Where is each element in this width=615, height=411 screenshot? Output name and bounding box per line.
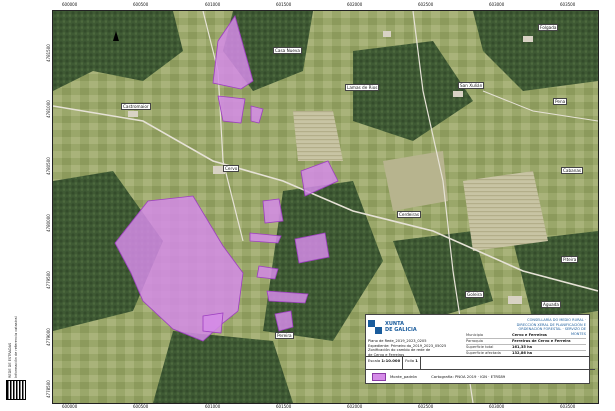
muni-value: Cervo e Ferreiros (512, 333, 547, 337)
parish-label: Parroquia (466, 339, 483, 343)
legend-item-label: Monte_padrón (390, 374, 418, 379)
coord-tick: 602000 (347, 404, 363, 409)
area-value: 161,35 ha (512, 345, 533, 349)
north-arrow-icon (113, 31, 119, 41)
plan-info: Plano de Rede_2019_2023_0205 Expediente:… (368, 339, 464, 357)
coord-tick: 600000 (62, 2, 78, 7)
place-label: Cerdeiras (397, 211, 422, 218)
parish-value: Ferreiros de Cervo e Ferreira (512, 339, 571, 343)
place-label: Castromaior (121, 103, 151, 110)
coord-tick: 4780000 (46, 214, 51, 232)
coord-tick: 4781000 (46, 100, 51, 118)
qr-code-icon (6, 380, 26, 400)
place-label: Aguada (541, 301, 561, 308)
coord-tick: 603500 (560, 404, 576, 409)
place-label: San Xulián (458, 82, 485, 89)
place-label: Casa Nueva (273, 47, 302, 54)
scale-label: Escala (368, 358, 381, 363)
coord-tick: 603000 (489, 2, 505, 7)
place-label: Piteira (561, 256, 579, 263)
coord-tick: 601500 (276, 2, 292, 7)
side-text-1: REDE DE ESTRADAS (8, 342, 12, 378)
coord-tick: 600500 (133, 404, 149, 409)
coord-tick: 4778500 (46, 380, 51, 398)
place-label: Pereira (275, 332, 294, 339)
sheet-label: Folla (405, 358, 415, 363)
coord-tick: 602000 (347, 2, 363, 7)
place-label: Cabanas (561, 167, 584, 174)
sheet-value: 1 (415, 358, 418, 363)
side-panel: REDE DE ESTRADAS Información de referenc… (0, 0, 52, 411)
legend-swatch (372, 372, 386, 381)
scale-row: Escala 1:10.000 Folla 1 (366, 356, 589, 369)
logo-line-2: DE GALICIA (385, 327, 417, 333)
place-label: Cervo (223, 165, 240, 172)
coord-tick: 600000 (62, 404, 78, 409)
coord-tick: 600500 (133, 2, 149, 7)
legend-box: XUNTA DE GALICIA CONSELLARÍA DO MEDIO RU… (365, 314, 595, 384)
place-label: Goleira (465, 291, 484, 298)
coord-tick: 602500 (418, 404, 434, 409)
coord-tick: 4779500 (46, 271, 51, 289)
muni-label: Municipio (466, 333, 484, 337)
scale-value: 1:10.000 (381, 358, 401, 363)
coord-tick: 601500 (276, 404, 292, 409)
legend-row: Monte_padrón Cartografía: PNOA 2019 · IG… (366, 369, 595, 383)
area-label: Superficie total (466, 345, 494, 349)
coord-tick: 4779000 (46, 328, 51, 346)
place-label: Pena (553, 98, 568, 105)
map-frame[interactable]: 600000 Casa Nueva Lamas de Rios Castroma… (52, 10, 599, 404)
side-text-2: Información de referencia catastral (14, 316, 18, 378)
coord-tick: 601000 (205, 2, 221, 7)
coord-tick: 601000 (205, 404, 221, 409)
ortho-note: Cartografía: PNOA 2019 · IGN · ETRS89 (431, 374, 506, 379)
municipality-info: Municipio Cervo e Ferreiros Parroquia Ferr… (466, 333, 586, 357)
xunta-logo: XUNTA DE GALICIA (368, 317, 438, 337)
coord-tick: 4781500 (46, 44, 51, 62)
coord-tick: 602500 (418, 2, 434, 7)
place-label: Folgada (538, 24, 559, 31)
coord-tick: 603000 (489, 404, 505, 409)
coord-tick: 603500 (560, 2, 576, 7)
coord-tick: 4780500 (46, 157, 51, 175)
xunta-logo-icon (368, 320, 382, 334)
place-label: Lamas de Rios (345, 84, 380, 91)
